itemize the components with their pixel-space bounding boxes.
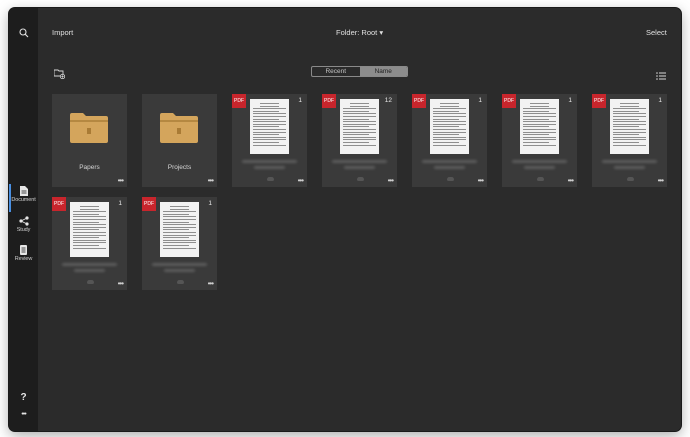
cloud-icon	[267, 177, 274, 181]
import-button[interactable]: Import	[52, 28, 73, 37]
help-button[interactable]: ?	[9, 392, 38, 403]
share-nodes-icon	[18, 216, 29, 226]
document-title-blurred	[332, 160, 387, 163]
more-icon[interactable]: •••	[658, 176, 664, 185]
document-title-blurred	[434, 166, 465, 169]
toolbar: Import Folder: Root ▾ Select	[38, 8, 681, 38]
sort-control: Recent Name	[311, 66, 408, 77]
list-view-icon[interactable]	[656, 67, 666, 85]
more-menu-button[interactable]: •••	[9, 411, 38, 418]
more-icon[interactable]: •••	[208, 279, 214, 288]
sidebar-item-label: Document	[11, 197, 36, 203]
document-title-blurred	[602, 160, 657, 163]
cloud-icon	[177, 280, 184, 284]
document-tile[interactable]: PDF 1 •••	[412, 94, 487, 187]
folder-tile[interactable]: Papers •••	[52, 94, 127, 187]
folder-name: Projects	[167, 164, 192, 171]
document-title-blurred	[344, 166, 375, 169]
document-thumbnail	[160, 202, 199, 257]
page-count: 1	[478, 97, 482, 104]
app-window: Document Study Review ? ••• Import Folde…	[9, 8, 681, 431]
document-title-blurred	[164, 269, 195, 272]
sidebar-item-review[interactable]: Review	[9, 245, 38, 262]
sidebar-item-label: Study	[16, 227, 31, 233]
document-title-blurred	[512, 160, 567, 163]
document-title-blurred	[74, 269, 105, 272]
document-title-blurred	[254, 166, 285, 169]
more-icon[interactable]: •••	[568, 176, 574, 185]
folder-selector[interactable]: Folder: Root ▾	[336, 28, 383, 37]
page-count: 1	[298, 97, 302, 104]
more-icon[interactable]: •••	[298, 176, 304, 185]
sidebar-item-label: Review	[14, 256, 33, 262]
folder-icon	[70, 113, 108, 143]
cloud-icon	[447, 177, 454, 181]
page-count: 1	[208, 200, 212, 207]
document-thumbnail	[430, 99, 469, 154]
document-thumbnail	[520, 99, 559, 154]
pdf-badge: PDF	[592, 94, 606, 108]
page-count: 1	[658, 97, 662, 104]
cards-icon	[20, 245, 27, 255]
sort-name[interactable]: Name	[359, 67, 407, 76]
pdf-badge: PDF	[322, 94, 336, 108]
folder-tile[interactable]: Projects •••	[142, 94, 217, 187]
cloud-icon	[357, 177, 364, 181]
sidebar-item-document[interactable]: Document	[9, 184, 38, 212]
document-title-blurred	[62, 263, 117, 266]
document-thumbnail	[70, 202, 109, 257]
document-thumbnail	[250, 99, 289, 154]
page-count: 1	[118, 200, 122, 207]
document-title-blurred	[422, 160, 477, 163]
more-icon[interactable]: •••	[118, 176, 124, 185]
sort-recent[interactable]: Recent	[312, 67, 360, 76]
cloud-icon	[87, 280, 94, 284]
sidebar: Document Study Review ? •••	[9, 8, 38, 431]
search-icon[interactable]	[9, 28, 38, 41]
cloud-icon	[627, 177, 634, 181]
pdf-badge: PDF	[502, 94, 516, 108]
document-title-blurred	[242, 160, 297, 163]
more-icon[interactable]: •••	[478, 176, 484, 185]
pdf-badge: PDF	[52, 197, 66, 211]
folder-name: Papers	[79, 164, 100, 171]
document-thumbnail	[610, 99, 649, 154]
document-tile[interactable]: PDF 1 •••	[142, 197, 217, 290]
cloud-icon	[537, 177, 544, 181]
document-tile[interactable]: PDF 1 •••	[232, 94, 307, 187]
document-title-blurred	[614, 166, 645, 169]
new-folder-icon[interactable]	[53, 66, 66, 84]
more-icon[interactable]: •••	[118, 279, 124, 288]
main-area: Import Folder: Root ▾ Select Recent Name…	[38, 8, 681, 431]
pdf-badge: PDF	[412, 94, 426, 108]
document-title-blurred	[524, 166, 555, 169]
document-thumbnail	[340, 99, 379, 154]
more-icon[interactable]: •••	[208, 176, 214, 185]
document-tile[interactable]: PDF 1 •••	[502, 94, 577, 187]
folder-icon	[160, 113, 198, 143]
document-tile[interactable]: PDF 12 •••	[322, 94, 397, 187]
document-icon	[19, 186, 28, 196]
pdf-badge: PDF	[142, 197, 156, 211]
document-tile[interactable]: PDF 1 •••	[52, 197, 127, 290]
pdf-badge: PDF	[232, 94, 246, 108]
sidebar-item-study[interactable]: Study	[9, 216, 38, 233]
page-count: 1	[568, 97, 572, 104]
document-title-blurred	[152, 263, 207, 266]
document-tile[interactable]: PDF 1 •••	[592, 94, 667, 187]
page-count: 12	[384, 97, 392, 104]
select-button[interactable]: Select	[646, 28, 667, 37]
more-icon[interactable]: •••	[388, 176, 394, 185]
